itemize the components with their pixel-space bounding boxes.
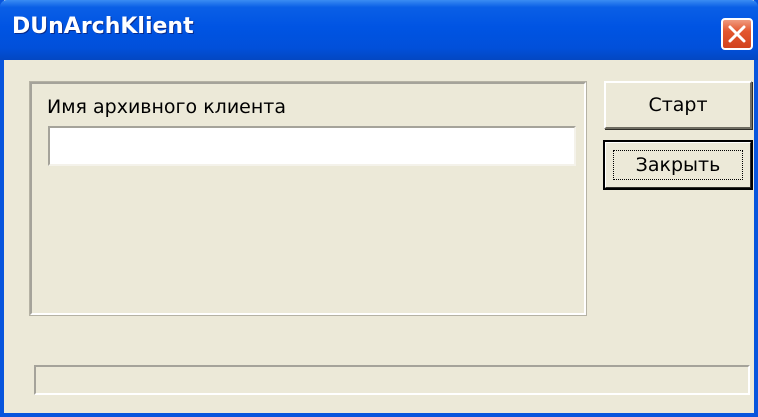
client-name-label: Имя архивного клиента <box>47 96 286 118</box>
close-icon <box>728 25 746 43</box>
window-title: DUnArchKlient <box>12 14 194 39</box>
window-close-button[interactable] <box>721 18 753 50</box>
app-window: DUnArchKlient Имя архивного клиента Стар… <box>0 0 758 417</box>
status-bar <box>34 365 750 395</box>
close-button[interactable]: Закрыть <box>603 140 753 190</box>
client-name-input[interactable] <box>48 126 576 166</box>
title-bar[interactable]: DUnArchKlient <box>0 0 758 60</box>
start-button[interactable]: Старт <box>604 81 752 129</box>
focus-rectangle <box>613 150 743 180</box>
